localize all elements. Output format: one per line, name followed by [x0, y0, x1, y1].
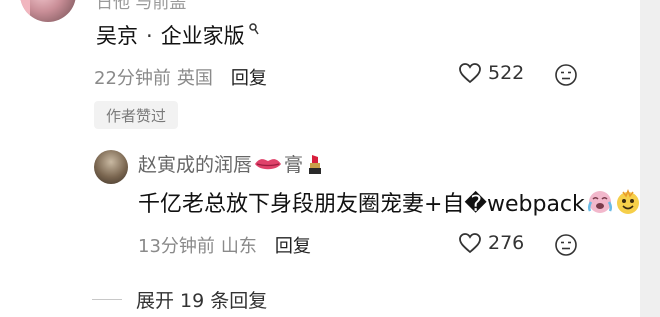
comment-location: 英国 — [176, 68, 213, 89]
sub-comment-author-line[interactable]: 赵寅成的润唇 膏 — [138, 150, 323, 177]
sub-comment-time: 13分钟前 — [138, 236, 215, 257]
author-liked-badge: 作者赞过 — [94, 101, 179, 129]
sub-comment-text: 千亿老总放下身段朋友圈宠妻+自�webpack — [138, 192, 585, 217]
heart-icon — [459, 233, 481, 254]
main-comment-meta: 22分钟前 英国 回复 — [94, 64, 267, 90]
lips-icon — [255, 158, 282, 169]
lipstick-icon — [309, 154, 322, 174]
heart-icon — [459, 63, 481, 84]
mocking-emoji — [616, 189, 639, 214]
emoji-face-icon[interactable] — [554, 63, 578, 87]
comment-time: 22分钟前 — [94, 68, 171, 89]
sub-like-count: 276 — [488, 232, 525, 254]
sub-reply-button[interactable]: 回复 — [275, 232, 311, 258]
expand-replies-button[interactable]: 展开 19 条回复 — [92, 286, 267, 313]
scrollbar[interactable] — [640, 0, 660, 317]
sub-comment-avatar[interactable] — [94, 150, 128, 184]
crying-laugh-emoji — [587, 191, 612, 213]
emoji-face-icon[interactable] — [554, 233, 578, 257]
sub-like-button[interactable]: 276 — [458, 232, 524, 254]
sub-comment-meta: 13分钟前 山东 回复 — [138, 232, 311, 258]
sub-comment-content: 千亿老总放下身段朋友圈宠妻+自�webpack — [138, 186, 641, 218]
search-badge-icon — [248, 23, 259, 38]
author-suffix[interactable]: 企业家版 — [161, 20, 245, 50]
expand-divider — [92, 299, 122, 300]
sub-author-suffix[interactable]: 膏 — [284, 150, 303, 177]
reply-button[interactable]: 回复 — [231, 64, 267, 90]
like-button[interactable]: 522 — [458, 62, 524, 84]
sub-comment-location: 山东 — [220, 236, 257, 257]
main-comment-avatar[interactable] — [20, 0, 76, 22]
expand-replies-label[interactable]: 展开 19 条回复 — [136, 286, 267, 313]
previous-content-cut: 日他 与前盖 — [96, 0, 187, 13]
author-separator: · — [146, 24, 153, 48]
author-name[interactable]: 吴京 — [96, 20, 138, 50]
like-count: 522 — [488, 62, 525, 84]
main-comment-author-line[interactable]: 吴京 · 企业家版 — [96, 20, 259, 50]
sub-author-name[interactable]: 赵寅成的润唇 — [138, 150, 252, 177]
